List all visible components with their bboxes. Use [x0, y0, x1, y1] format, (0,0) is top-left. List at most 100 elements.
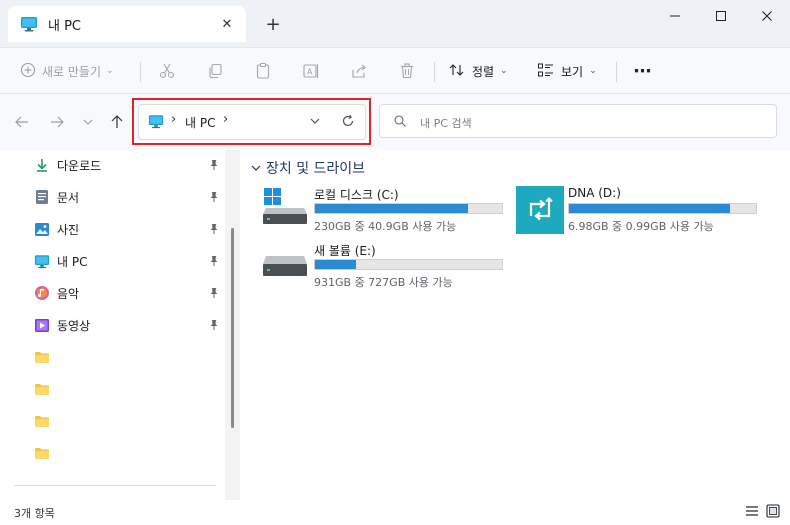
up-button[interactable] — [106, 111, 128, 133]
sort-button[interactable]: 정렬 ⌄ — [448, 56, 508, 86]
sidebar-item-folder[interactable] — [0, 343, 226, 371]
divider — [434, 62, 435, 82]
divider — [616, 62, 617, 82]
close-window-button[interactable] — [744, 0, 790, 32]
drive-c[interactable]: 로컬 디스크 (C:) 230GB 중 40.9GB 사용 가능 — [262, 186, 503, 236]
cut-button[interactable] — [152, 56, 182, 86]
sync-drive-icon — [516, 186, 564, 234]
group-title: 장치 및 드라이브 — [266, 161, 366, 177]
command-bar: 새로 만들기 ⌄ A 정렬 ⌄ 보기 ⌄ ⋯ — [0, 48, 790, 94]
trash-icon — [401, 63, 413, 79]
pin-icon[interactable] — [208, 287, 220, 299]
sidebar-item-downloads[interactable]: 다운로드 — [0, 151, 226, 179]
music-icon — [34, 285, 50, 301]
sidebar-item-label: 동영상 — [57, 318, 91, 333]
drive-d[interactable]: DNA (D:) 6.98GB 중 0.99GB 사용 가능 — [516, 186, 757, 236]
view-label: 보기 — [561, 64, 584, 79]
close-tab-icon[interactable]: ✕ — [218, 15, 236, 33]
drive-free-space: 6.98GB 중 0.99GB 사용 가능 — [568, 220, 714, 233]
new-item-button[interactable]: 새로 만들기 ⌄ — [20, 56, 114, 86]
forward-button[interactable] — [46, 111, 68, 133]
status-bar — [0, 500, 790, 525]
recent-locations-button[interactable] — [77, 111, 99, 133]
svg-text:A: A — [307, 68, 313, 77]
rename-icon: A — [303, 64, 319, 78]
sidebar-item-videos[interactable]: 동영상 — [0, 311, 226, 339]
rename-button[interactable]: A — [296, 56, 326, 86]
video-icon — [34, 317, 50, 333]
drive-name: DNA (D:) — [568, 186, 621, 200]
sidebar-item-label: 사진 — [57, 222, 80, 237]
title-bar: 내 PC ✕ + — [0, 0, 790, 48]
refresh-icon — [342, 114, 354, 127]
back-button[interactable] — [11, 111, 33, 133]
sidebar-item-folder[interactable] — [0, 407, 226, 435]
clipboard-icon — [256, 62, 270, 79]
tiles-view-icon — [766, 504, 780, 518]
refresh-button[interactable] — [340, 113, 356, 129]
pin-icon[interactable] — [208, 191, 220, 203]
drive-usage-bar — [314, 203, 503, 214]
sidebar-item-folder[interactable] — [0, 439, 226, 467]
pin-icon[interactable] — [208, 319, 220, 331]
drive-usage-bar — [314, 259, 503, 270]
sidebar-item-folder[interactable] — [0, 375, 226, 403]
sidebar-item-label: 문서 — [57, 190, 80, 205]
download-icon — [34, 157, 50, 173]
copy-icon — [209, 63, 222, 79]
chevron-down-icon — [83, 119, 93, 125]
address-history-button[interactable] — [307, 113, 323, 129]
folder-icon — [34, 445, 50, 461]
scrollbar-thumb[interactable] — [231, 228, 234, 428]
sidebar-item-music[interactable]: 음악 — [0, 279, 226, 307]
new-tab-button[interactable]: + — [262, 13, 284, 35]
copy-button[interactable] — [200, 56, 230, 86]
hard-drive-icon — [262, 250, 308, 280]
search-placeholder: 내 PC 검색 — [420, 117, 472, 130]
plus-circle-icon — [20, 62, 36, 81]
breadcrumb-this-pc[interactable]: 내 PC — [185, 114, 215, 131]
new-item-label: 새로 만들기 — [42, 64, 102, 79]
share-button[interactable] — [344, 56, 374, 86]
drive-usage-fill — [315, 204, 469, 213]
drive-usage-fill — [569, 204, 730, 213]
chevron-down-icon — [310, 118, 320, 124]
breadcrumb-separator[interactable]: › — [171, 112, 176, 127]
folder-icon — [34, 413, 50, 429]
details-view-icon — [746, 506, 758, 516]
chevron-down-icon: ⌄ — [106, 66, 114, 76]
drive-free-space: 931GB 중 727GB 사용 가능 — [314, 276, 453, 289]
breadcrumb-separator[interactable]: › — [223, 112, 228, 127]
more-options-button[interactable]: ⋯ — [628, 56, 658, 86]
folder-icon — [34, 381, 50, 397]
drive-usage-fill — [315, 260, 357, 269]
item-count: 3개 항목 — [14, 507, 55, 520]
delete-button[interactable] — [392, 56, 422, 86]
minimize-button[interactable] — [652, 0, 698, 32]
pc-icon — [148, 114, 164, 129]
paste-button[interactable] — [248, 56, 278, 86]
pin-icon[interactable] — [208, 159, 220, 171]
scissors-icon — [159, 63, 175, 79]
document-icon — [34, 189, 50, 205]
arrow-right-icon — [51, 116, 64, 128]
folder-icon — [34, 349, 50, 365]
view-button[interactable]: 보기 ⌄ — [537, 56, 597, 86]
divider — [14, 485, 216, 486]
tab-this-pc[interactable]: 내 PC ✕ — [8, 6, 246, 42]
pin-icon[interactable] — [208, 255, 220, 267]
sidebar-item-pictures[interactable]: 사진 — [0, 215, 226, 243]
sort-arrows-icon — [448, 62, 466, 81]
pin-icon[interactable] — [208, 223, 220, 235]
drive-e[interactable]: 새 볼륨 (E:) 931GB 중 727GB 사용 가능 — [262, 242, 503, 292]
sidebar-item-documents[interactable]: 문서 — [0, 183, 226, 211]
address-highlight — [132, 98, 371, 145]
sidebar-item-label: 음악 — [57, 286, 80, 301]
maximize-button[interactable] — [698, 0, 744, 32]
drive-name: 새 볼륨 (E:) — [314, 244, 376, 258]
tiles-view-button[interactable] — [765, 503, 781, 519]
details-view-button[interactable] — [744, 503, 760, 519]
sidebar-item-this-pc[interactable]: 내 PC — [0, 247, 226, 275]
group-header-devices[interactable]: 장치 및 드라이브 — [250, 158, 365, 178]
pictures-icon — [34, 221, 50, 237]
